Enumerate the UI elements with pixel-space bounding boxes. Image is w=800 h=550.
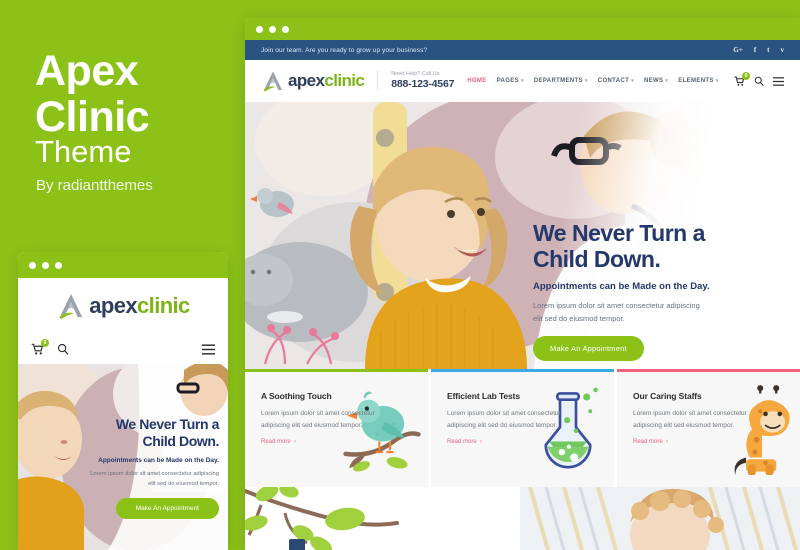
window-dot-1 [29, 261, 36, 269]
feature-card-lab-tests[interactable]: Efficient Lab Tests Lorem ipsum dolor si… [428, 369, 614, 487]
card-title: A Soothing Touch [261, 391, 332, 401]
site-header: apexclinic Need Help? Call Us 888-123-45… [245, 60, 800, 102]
mobile-hamburger-menu-icon[interactable] [202, 343, 215, 355]
mobile-hero-paragraph-2: elit sed do eiusmod tempor. [148, 481, 219, 487]
hero-section: We Never Turn a Child Down. Appointments… [245, 102, 800, 369]
mobile-logo[interactable]: apexclinic [18, 278, 228, 334]
apex-logo-mark [56, 292, 86, 320]
card-read-more-link[interactable]: Read more › [447, 439, 598, 445]
chevron-down-icon: ▾ [520, 78, 524, 84]
hero-paragraph-line1: Lorem ipsum dolor sit amet consectetur a… [533, 301, 700, 310]
mobile-search-icon[interactable] [57, 343, 69, 355]
mobile-hero-subheading: Appointments can be Made on the Day. [98, 457, 219, 464]
logo-text-clinic: clinic [324, 71, 365, 90]
promo-title-line1: Apex [35, 47, 139, 95]
main-navigation: HOME PAGES ▾ DEPARTMENTS ▾ CONTACT ▾ NEWS ▾ … [467, 78, 734, 84]
site-logo[interactable]: apexclinic [261, 70, 365, 92]
chevron-down-icon: ▾ [631, 78, 634, 84]
mobile-hero-copy: We Never Turn a Child Down. Appointments… [59, 416, 219, 519]
window-dot-3 [55, 261, 62, 269]
mobile-cart-icon[interactable]: 0 [31, 338, 49, 356]
nav-item-home[interactable]: HOME [467, 78, 486, 84]
mobile-preview: apexclinic 0 We Never Turn a Child Down.… [18, 252, 228, 550]
card-read-more-link[interactable]: Read more › [633, 439, 784, 445]
promo-title: Apex Clinic [35, 47, 150, 140]
logo-text-apex: apex [89, 293, 138, 318]
chevron-down-icon: ▾ [584, 78, 588, 84]
mobile-hero-paragraph-1: Lorem ipsum dolor sit amet consectetur a… [90, 471, 219, 477]
bottom-section [245, 487, 800, 550]
apex-logo-mark [261, 70, 285, 92]
announcement-text: Join our team. Are you ready to grow up … [261, 46, 428, 54]
branch-leaves-icon [245, 487, 520, 550]
facebook-icon[interactable]: f [754, 46, 756, 54]
promo-author: By radiantthemes [36, 177, 153, 194]
hero-heading-line1: We Never Turn a [533, 220, 705, 246]
card-accent-bar [431, 369, 614, 372]
nav-item-news[interactable]: NEWS ▾ [644, 78, 668, 84]
phone-number[interactable]: 888-123-4567 [391, 78, 454, 91]
promo-subtitle: Theme [35, 134, 132, 169]
window-dot-1 [256, 25, 263, 33]
mobile-hero-heading-2: Child Down. [142, 433, 220, 449]
hero-paragraph-line2: elit sed do eiusmod tempor. [533, 314, 625, 323]
hero-subheading: Appointments can be Made on the Day. [533, 281, 710, 292]
card-text: Lorem ipsum dolor sit amet consectetur a… [447, 410, 561, 429]
card-read-more-link[interactable]: Read more › [261, 439, 412, 445]
logo-text-apex: apex [288, 71, 325, 90]
window-dot-3 [282, 25, 289, 33]
mobile-cart-badge: 0 [41, 338, 49, 347]
nav-item-departments[interactable]: DEPARTMENTS ▾ [534, 78, 588, 84]
feature-card-soothing-touch[interactable]: A Soothing Touch Lorem ipsum dolor sit a… [245, 369, 428, 487]
nav-item-pages[interactable]: PAGES ▾ [497, 78, 524, 84]
logo-text-clinic: clinic [137, 293, 190, 318]
mobile-navbar: 0 [18, 334, 228, 364]
card-accent-bar [245, 369, 428, 372]
phone-label: Need Help? Call Us [391, 71, 440, 77]
card-accent-bar [617, 369, 800, 372]
google-plus-icon[interactable]: G+ [733, 46, 742, 54]
make-appointment-button[interactable]: Make An Appointment [533, 336, 644, 361]
card-text: Lorem ipsum dolor sit amet consectetur a… [261, 410, 375, 429]
twitter-icon[interactable]: t [767, 46, 769, 54]
hero-heading-line2: Child Down. [533, 246, 661, 272]
branch-illustration-area [245, 487, 520, 550]
header-icons: 0 [734, 71, 784, 87]
mobile-make-appointment-button[interactable]: Make An Appointment [115, 498, 219, 519]
mobile-hero: We Never Turn a Child Down. Appointments… [18, 364, 228, 550]
baby-photo-area [520, 487, 800, 550]
phone-block: Need Help? Call Us 888-123-4567 [377, 71, 454, 91]
cart-icon[interactable]: 0 [734, 71, 750, 87]
announcement-topbar: Join our team. Are you ready to grow up … [245, 40, 800, 60]
mobile-hero-heading-1: We Never Turn a [115, 416, 220, 432]
promo-panel: Apex Clinic Theme By radiantthemes apexc [0, 0, 245, 550]
social-links: G+ f t v [733, 46, 785, 54]
search-icon[interactable] [754, 76, 764, 86]
chevron-down-icon: ▾ [715, 78, 719, 84]
hamburger-menu-icon[interactable] [773, 76, 784, 86]
feature-cards: A Soothing Touch Lorem ipsum dolor sit a… [245, 369, 800, 487]
nav-item-contact[interactable]: CONTACT ▾ [598, 78, 634, 84]
feature-card-caring-staffs[interactable]: Our Caring Staffs Lorem ipsum dolor sit … [614, 369, 800, 487]
card-title: Our Caring Staffs [633, 391, 702, 401]
browser-titlebar [245, 18, 800, 40]
nav-item-elements[interactable]: ELEMENTS ▾ [678, 78, 718, 84]
card-title: Efficient Lab Tests [447, 391, 521, 401]
window-dot-2 [269, 25, 276, 33]
card-text: Lorem ipsum dolor sit amet consectetur a… [633, 410, 747, 429]
chevron-down-icon: ▾ [665, 78, 669, 84]
hero-copy: We Never Turn a Child Down. Appointments… [533, 220, 783, 361]
vimeo-icon[interactable]: v [781, 46, 785, 54]
desktop-preview: Join our team. Are you ready to grow up … [245, 18, 800, 550]
cart-badge: 0 [742, 71, 750, 80]
mobile-titlebar [18, 252, 228, 278]
baby-photo [520, 487, 800, 550]
window-dot-2 [42, 261, 49, 269]
